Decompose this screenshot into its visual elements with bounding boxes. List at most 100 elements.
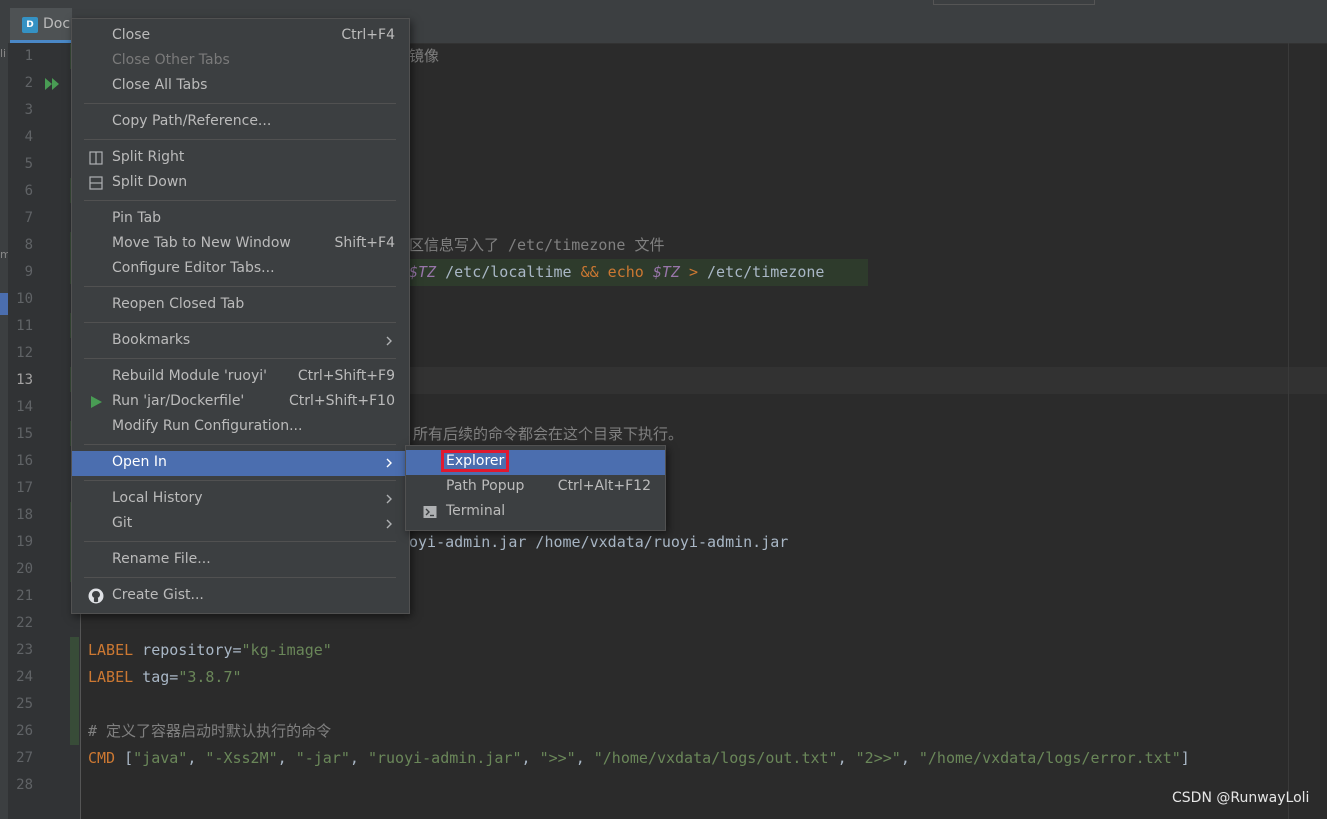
code-line-1[interactable]: 镜像: [409, 43, 439, 70]
code-line-8[interactable]: 区信息写入了 /etc/timezone 文件: [409, 232, 664, 259]
menu-separator: [84, 444, 396, 445]
code-operator: &&: [580, 263, 599, 281]
code-line-27[interactable]: CMD ["java", "-Xss2M", "-jar", "ruoyi-ad…: [88, 745, 1190, 772]
menu-item-rebuild-module[interactable]: Rebuild Module 'ruoyi' Ctrl+Shift+F9: [72, 365, 409, 390]
menu-item-label: Open In: [112, 454, 167, 470]
code-comment: # 定义了容器启动时默认执行的命令: [88, 722, 332, 740]
line-number: 8: [24, 237, 33, 253]
line-number: 20: [16, 561, 33, 577]
editor-tab-dockerfile[interactable]: D Doc: [10, 8, 72, 43]
line-number: 28: [16, 777, 33, 793]
menu-item-split-down[interactable]: Split Down: [72, 171, 409, 196]
menu-item-shortcut: Ctrl+Shift+F9: [297, 368, 395, 384]
line-number: 23: [16, 642, 33, 658]
menu-item-close[interactable]: Close Ctrl+F4: [72, 24, 409, 49]
code-string: "/home/vxdata/logs/error.txt": [918, 749, 1181, 767]
code-comment: 所有后续的命令都会在这个目录下执行。: [413, 425, 684, 443]
top-widget: [933, 0, 1095, 5]
menu-item-shortcut: Ctrl+Shift+F10: [288, 393, 395, 409]
code-keyword: LABEL: [88, 668, 134, 686]
line-number: 3: [24, 102, 33, 118]
menu-item-split-right[interactable]: Split Right: [72, 146, 409, 171]
code-text: ,: [521, 749, 540, 767]
run-icon: [91, 396, 102, 408]
line-number: 13: [16, 372, 33, 388]
submenu-item-path-popup[interactable]: Path Popup Ctrl+Alt+F12: [406, 475, 665, 500]
open-in-submenu: Explorer Path Popup Ctrl+Alt+F12 Terminal: [405, 445, 666, 531]
line-number: 26: [16, 723, 33, 739]
menu-item-label: Split Right: [112, 149, 185, 165]
code-line-26[interactable]: # 定义了容器启动时默认执行的命令: [88, 718, 331, 745]
menu-item-configure-tabs[interactable]: Configure Editor Tabs...: [72, 257, 409, 282]
menu-item-close-other-tabs[interactable]: Close Other Tabs: [72, 49, 409, 74]
menu-item-create-gist[interactable]: Create Gist...: [72, 584, 409, 609]
menu-item-copy-path[interactable]: Copy Path/Reference...: [72, 110, 409, 135]
menu-item-label: Copy Path/Reference...: [112, 113, 272, 129]
menu-separator: [84, 358, 396, 359]
code-operator: >: [679, 263, 708, 281]
menu-item-run[interactable]: Run 'jar/Dockerfile' Ctrl+Shift+F10: [72, 390, 409, 415]
menu-separator: [84, 200, 396, 201]
code-text: ,: [187, 749, 206, 767]
panel-selection: [0, 293, 8, 315]
menu-item-reopen-closed-tab[interactable]: Reopen Closed Tab: [72, 293, 409, 318]
menu-item-label: Reopen Closed Tab: [112, 296, 245, 312]
submenu-item-terminal[interactable]: Terminal: [406, 500, 665, 525]
menu-item-close-all-tabs[interactable]: Close All Tabs: [72, 74, 409, 99]
menu-item-bookmarks[interactable]: Bookmarks: [72, 329, 409, 354]
code-variable: $TZ: [652, 263, 680, 281]
code-text: tag=: [133, 668, 179, 686]
line-number: 16: [16, 453, 33, 469]
github-icon: [88, 588, 104, 604]
menu-item-label: Rename File...: [112, 551, 211, 567]
menu-item-label: Create Gist...: [112, 587, 204, 603]
menu-item-label: Pin Tab: [112, 210, 162, 226]
tab-context-menu: Close Ctrl+F4 Close Other Tabs Close All …: [71, 18, 410, 614]
menu-item-modify-run-config[interactable]: Modify Run Configuration...: [72, 415, 409, 440]
code-line-19[interactable]: oyi-admin.jar /home/vxdata/ruoyi-admin.j…: [409, 529, 788, 556]
menu-item-pin-tab[interactable]: Pin Tab: [72, 207, 409, 232]
code-line-24[interactable]: LABEL tag="3.8.7": [88, 664, 242, 691]
menu-item-label: Configure Editor Tabs...: [112, 260, 275, 276]
menu-item-move-tab[interactable]: Move Tab to New Window Shift+F4: [72, 232, 409, 257]
menu-separator: [84, 286, 396, 287]
code-text: oyi-admin.jar /home/vxdata/ruoyi-admin.j…: [409, 533, 789, 551]
menu-separator: [84, 577, 396, 578]
code-variable: $TZ: [409, 263, 437, 281]
line-number: 25: [16, 696, 33, 712]
code-string: "kg-image": [241, 641, 332, 659]
line-number: 9: [24, 264, 33, 280]
code-line-15[interactable]: 所有后续的命令都会在这个目录下执行。: [413, 421, 683, 448]
menu-item-local-history[interactable]: Local History: [72, 487, 409, 512]
menu-item-git[interactable]: Git: [72, 512, 409, 537]
line-number: 14: [16, 399, 33, 415]
code-string: ">>": [539, 749, 576, 767]
menu-separator: [84, 139, 396, 140]
code-string: "-Xss2M": [205, 749, 278, 767]
code-text: ,: [277, 749, 296, 767]
menu-item-shortcut: Ctrl+F4: [341, 27, 395, 43]
menu-item-label: Split Down: [112, 174, 188, 190]
menu-item-shortcut: Shift+F4: [334, 235, 395, 251]
menu-item-label: Path Popup: [446, 478, 525, 494]
run-gutter-icon[interactable]: [44, 76, 60, 92]
line-number: 7: [24, 210, 33, 226]
editor-tab-label: Doc: [43, 16, 71, 32]
chevron-right-icon: [386, 458, 392, 468]
code-keyword: LABEL: [88, 641, 134, 659]
menu-item-rename-file[interactable]: Rename File...: [72, 548, 409, 573]
code-text: /etc/localtime: [436, 263, 581, 281]
line-number: 11: [16, 318, 33, 334]
submenu-item-explorer[interactable]: Explorer: [406, 450, 665, 475]
menu-item-open-in[interactable]: Open In: [72, 451, 409, 476]
menu-separator: [84, 322, 396, 323]
menu-item-label: Modify Run Configuration...: [112, 418, 303, 434]
menu-separator: [84, 480, 396, 481]
code-line-23[interactable]: LABEL repository="kg-image": [88, 637, 332, 664]
code-string: "/home/vxdata/logs/out.txt": [593, 749, 838, 767]
code-keyword: echo: [598, 263, 653, 281]
code-text: ,: [349, 749, 368, 767]
menu-item-label: Close: [112, 27, 151, 43]
code-line-9[interactable]: $TZ /etc/localtime && echo $TZ > /etc/ti…: [409, 259, 868, 286]
vcs-change-marker: [70, 637, 79, 745]
